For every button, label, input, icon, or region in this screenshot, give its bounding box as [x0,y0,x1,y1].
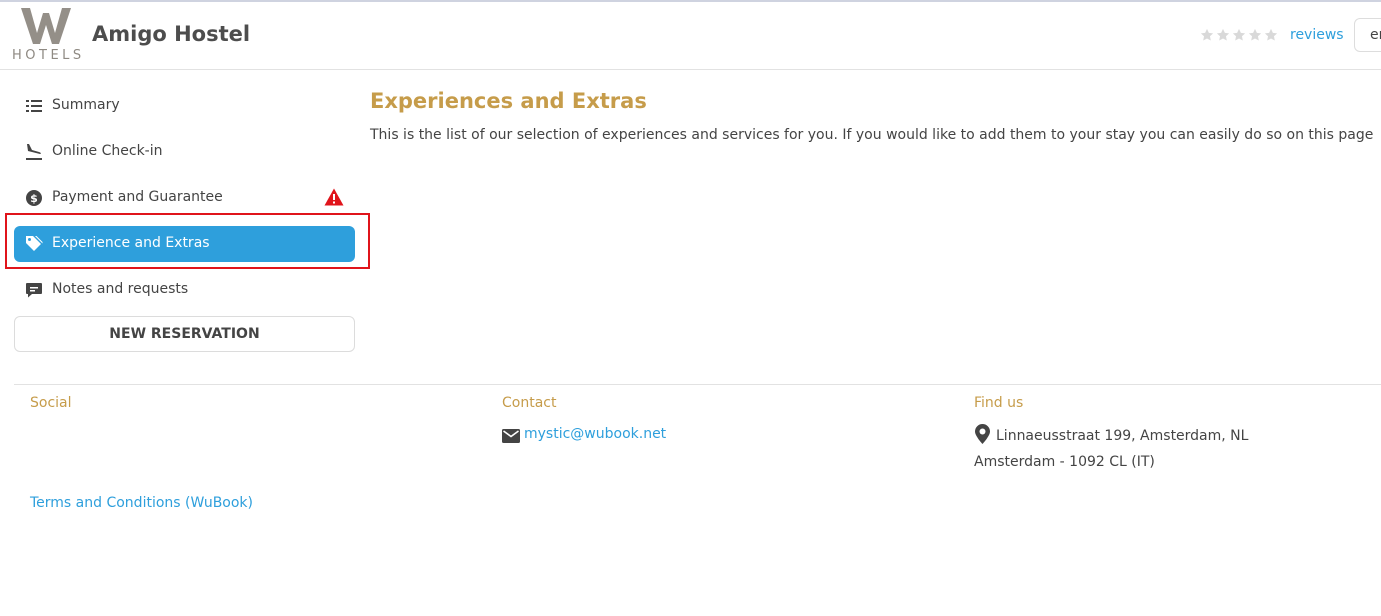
sidebar-item-notes[interactable]: Notes and requests [14,272,355,308]
page-description: This is the list of our selection of exp… [370,127,1374,143]
sidebar-item-online-checkin[interactable]: Online Check-in [14,134,355,170]
list-icon [26,100,42,112]
sidebar-item-summary[interactable]: Summary [14,88,355,124]
header: HOTELS Amigo Hostel reviews en [0,2,1381,70]
tag-icon [26,236,43,251]
new-reservation-button[interactable]: NEW RESERVATION [14,316,355,352]
hotel-logo: HOTELS [12,8,85,64]
sidebar-item-label: Online Check-in [52,143,163,159]
plane-landing-icon [26,144,42,160]
address-line-2: Amsterdam - 1092 CL (IT) [974,454,1155,470]
sidebar-item-label: Summary [52,97,120,113]
star-icon [1216,28,1230,41]
footer-findus-heading: Find us [974,395,1024,411]
sidebar-item-label: Payment and Guarantee [52,189,223,205]
star-icon [1248,28,1262,41]
terms-link[interactable]: Terms and Conditions (WuBook) [30,495,253,511]
star-icon [1200,28,1214,41]
comment-icon [26,283,42,298]
dollar-circle-icon: $ [26,190,42,206]
logo-w-icon [21,8,71,44]
svg-text:$: $ [30,192,38,205]
logo-text: HOTELS [12,48,85,63]
map-pin-icon [975,424,990,444]
page-title: Experiences and Extras [370,89,647,113]
reviews-link[interactable]: reviews [1290,27,1344,43]
footer-social-heading: Social [30,395,72,411]
footer-divider [14,384,1381,385]
sidebar-item-label: Experience and Extras [52,235,210,251]
footer-contact-heading: Contact [502,395,557,411]
envelope-icon [502,429,520,443]
sidebar-item-payment[interactable]: $ Payment and Guarantee [14,180,355,216]
rating-stars [1200,28,1278,42]
language-select[interactable]: en [1354,18,1381,52]
sidebar-item-label: Notes and requests [52,281,189,297]
address-line-1: Linnaeusstraat 199, Amsterdam, NL [996,428,1249,444]
star-icon [1232,28,1246,41]
hotel-name: Amigo Hostel [92,22,251,46]
contact-email-link[interactable]: mystic@wubook.net [524,426,666,442]
sidebar-nav: Summary Online Check-in $ Payment and Gu… [14,88,355,318]
sidebar-item-experience-extras[interactable]: Experience and Extras [14,226,355,262]
star-icon [1264,28,1278,41]
warning-icon [324,188,344,206]
